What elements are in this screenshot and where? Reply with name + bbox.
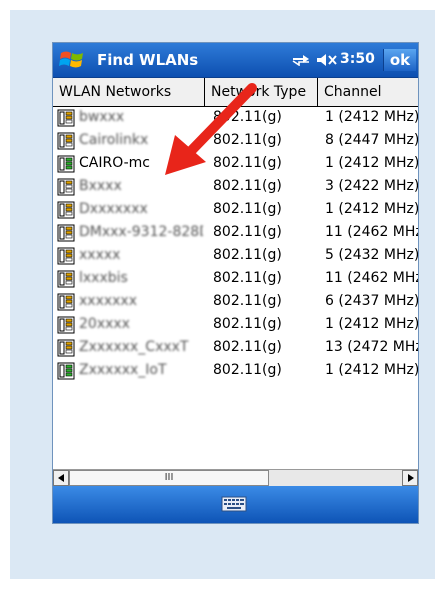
wlan-signal-icon — [57, 201, 75, 219]
channel: 8 (2447 MHz) — [325, 132, 418, 148]
ok-button[interactable]: ok — [383, 49, 416, 71]
column-header-wlan-networks[interactable]: WLAN Networks — [53, 78, 205, 106]
scroll-left-arrow-icon[interactable] — [53, 470, 69, 486]
wlan-network-name: DMxxx-9312-828D — [79, 224, 203, 240]
volume-muted-icon[interactable] — [316, 53, 338, 67]
table-row[interactable]: Cairolinkx 802.11(g) 8 (2447 MHz) — [53, 130, 418, 153]
channel: 11 (2462 MHz) — [325, 224, 418, 240]
table-row[interactable]: 20xxxx 802.11(g) 1 (2412 MHz) — [53, 314, 418, 337]
wlan-signal-icon — [57, 293, 75, 311]
signal-icon[interactable] — [291, 54, 311, 66]
bottom-menu-bar — [53, 486, 418, 523]
wlan-signal-icon — [57, 247, 75, 265]
wlan-signal-icon — [57, 132, 75, 150]
table-row[interactable]: Zxxxxxx_IoT 802.11(g) 1 (2412 MHz) — [53, 360, 418, 383]
wlan-list: bwxxx 802.11(g) 1 (2412 MHz) Cairolinkx 802.… — [53, 107, 418, 467]
wlan-network-name: CAIRO-mc — [79, 155, 151, 171]
table-row[interactable]: bwxxx 802.11(g) 1 (2412 MHz) — [53, 107, 418, 130]
title-bar: Find WLANs 3:50 ok — [53, 43, 418, 78]
horizontal-scrollbar[interactable]: III — [53, 469, 418, 487]
network-type: 802.11(g) — [213, 247, 282, 263]
scroll-right-arrow-icon[interactable] — [402, 470, 418, 486]
wlan-network-name: 20xxxx — [79, 316, 130, 332]
channel: 1 (2412 MHz) — [325, 201, 418, 217]
network-type: 802.11(g) — [213, 201, 282, 217]
channel: 11 (2462 MHz) — [325, 270, 418, 286]
channel: 1 (2412 MHz) — [325, 362, 418, 378]
keyboard-icon[interactable] — [221, 496, 247, 512]
channel: 5 (2432 MHz) — [325, 247, 418, 263]
network-type: 802.11(g) — [213, 132, 282, 148]
network-type: 802.11(g) — [213, 224, 282, 240]
wlan-signal-icon — [57, 362, 75, 380]
table-row[interactable]: lxxxbis 802.11(g) 11 (2462 MHz) — [53, 268, 418, 291]
wlan-network-name: Dxxxxxxx — [79, 201, 148, 217]
network-type: 802.11(g) — [213, 362, 282, 378]
wlan-signal-icon — [57, 178, 75, 196]
wlan-network-name: xxxxxxx — [79, 293, 137, 309]
column-header-channel[interactable]: Channel — [318, 78, 418, 106]
clock-time[interactable]: 3:50 — [340, 51, 375, 67]
wlan-signal-icon — [57, 270, 75, 288]
network-type: 802.11(g) — [213, 178, 282, 194]
table-row[interactable]: xxxxx 802.11(g) 5 (2432 MHz) — [53, 245, 418, 268]
table-row[interactable]: Dxxxxxxx 802.11(g) 1 (2412 MHz) — [53, 199, 418, 222]
wlan-signal-icon — [57, 224, 75, 242]
wlan-signal-icon — [57, 109, 75, 127]
channel: 3 (2422 MHz) — [325, 178, 418, 194]
wlan-network-name: bwxxx — [79, 109, 125, 125]
channel: 1 (2412 MHz) — [325, 316, 418, 332]
table-row[interactable]: xxxxxxx 802.11(g) 6 (2437 MHz) — [53, 291, 418, 314]
wlan-network-name: Zxxxxxx_IoT — [79, 362, 167, 378]
table-row[interactable]: Zxxxxxx_CxxxT 802.11(g) 13 (2472 MHz) — [53, 337, 418, 360]
wlan-network-name: lxxxbis — [79, 270, 128, 286]
pocketpc-window: Find WLANs 3:50 ok WLAN Networks Network… — [52, 42, 419, 524]
table-row[interactable]: CAIRO-mc 802.11(g) 1 (2412 MHz) — [53, 153, 418, 176]
table-row[interactable]: DMxxx-9312-828D 802.11(g) 11 (2462 MHz) — [53, 222, 418, 245]
network-type: 802.11(g) — [213, 316, 282, 332]
wlan-network-name: xxxxx — [79, 247, 121, 263]
window-title: Find WLANs — [97, 51, 199, 69]
wlan-signal-icon — [57, 316, 75, 334]
channel: 1 (2412 MHz) — [325, 155, 418, 171]
table-row[interactable]: Bxxxx 802.11(g) 3 (2422 MHz) — [53, 176, 418, 199]
network-type: 802.11(g) — [213, 155, 282, 171]
table-header: WLAN Networks Network Type Channel — [53, 78, 418, 107]
windows-logo-icon[interactable] — [59, 48, 85, 72]
wlan-signal-icon — [57, 339, 75, 357]
wlan-signal-icon — [57, 155, 75, 173]
channel: 6 (2437 MHz) — [325, 293, 418, 309]
channel: 13 (2472 MHz) — [325, 339, 418, 355]
network-type: 802.11(g) — [213, 109, 282, 125]
scroll-thumb[interactable]: III — [69, 470, 269, 486]
network-type: 802.11(g) — [213, 270, 282, 286]
channel: 1 (2412 MHz) — [325, 109, 418, 125]
wlan-network-name: Cairolinkx — [79, 132, 149, 148]
wlan-network-name: Bxxxx — [79, 178, 122, 194]
network-type: 802.11(g) — [213, 339, 282, 355]
column-header-network-type[interactable]: Network Type — [205, 78, 318, 106]
network-type: 802.11(g) — [213, 293, 282, 309]
wlan-network-name: Zxxxxxx_CxxxT — [79, 339, 189, 355]
